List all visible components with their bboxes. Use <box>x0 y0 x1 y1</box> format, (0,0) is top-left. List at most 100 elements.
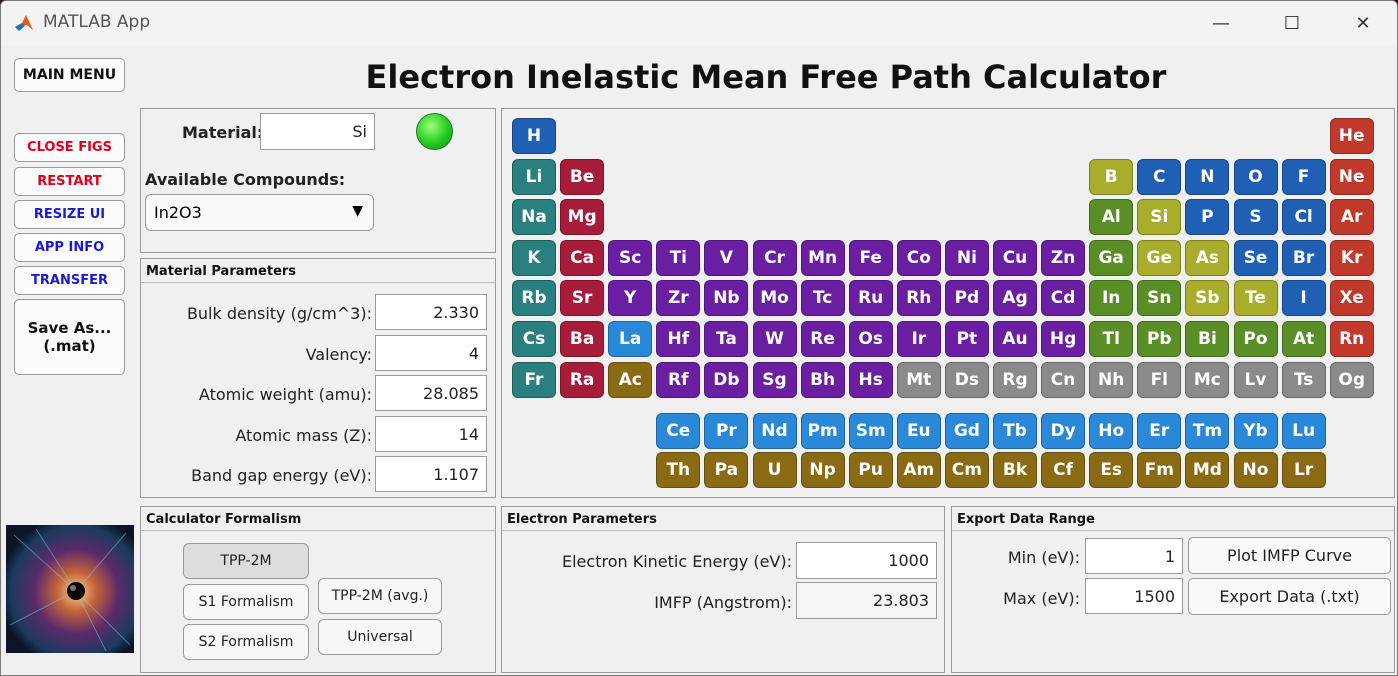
element-hf-button[interactable]: Hf <box>656 321 701 357</box>
element-ds-button[interactable]: Ds <box>944 361 989 398</box>
close-figs-button[interactable]: CLOSE FIGS <box>14 133 125 162</box>
element-in-button[interactable]: In <box>1089 280 1134 317</box>
element-cr-button[interactable]: Cr <box>752 239 797 276</box>
element-ag-button[interactable]: Ag <box>993 280 1037 317</box>
element-te-button[interactable]: Te <box>1233 280 1278 317</box>
element-nb-button[interactable]: Nb <box>704 280 749 317</box>
element-mo-button[interactable]: Mo <box>752 280 797 317</box>
element-la-button[interactable]: La <box>608 321 653 357</box>
element-sm-button[interactable]: Sm <box>848 413 893 450</box>
element-cl-button[interactable]: Cl <box>1281 199 1326 236</box>
element-rb-button[interactable]: Rb <box>512 280 556 317</box>
element-na-button[interactable]: Na <box>512 199 556 236</box>
element-co-button[interactable]: Co <box>896 239 941 276</box>
element-sg-button[interactable]: Sg <box>752 361 797 398</box>
element-er-button[interactable]: Er <box>1137 413 1182 450</box>
element-ba-button[interactable]: Ba <box>560 321 605 357</box>
element-bh-button[interactable]: Bh <box>800 361 845 398</box>
element-b-button[interactable]: B <box>1089 158 1134 195</box>
element-ca-button[interactable]: Ca <box>560 239 605 276</box>
element-re-button[interactable]: Re <box>800 321 845 357</box>
band-gap-field[interactable]: 1.107 <box>375 456 487 492</box>
element-rf-button[interactable]: Rf <box>656 361 701 398</box>
element-pm-button[interactable]: Pm <box>800 413 845 450</box>
element-rn-button[interactable]: Rn <box>1329 321 1374 357</box>
element-cf-button[interactable]: Cf <box>1041 451 1086 488</box>
element-pb-button[interactable]: Pb <box>1137 321 1182 357</box>
element-br-button[interactable]: Br <box>1281 239 1326 276</box>
element-dy-button[interactable]: Dy <box>1041 413 1086 450</box>
element-be-button[interactable]: Be <box>560 158 605 195</box>
element-mn-button[interactable]: Mn <box>800 239 845 276</box>
element-ta-button[interactable]: Ta <box>704 321 749 357</box>
element-no-button[interactable]: No <box>1233 451 1278 488</box>
element-am-button[interactable]: Am <box>896 451 941 488</box>
element-he-button[interactable]: He <box>1329 118 1374 154</box>
save-as-button[interactable]: Save As... (.mat) <box>14 299 125 375</box>
element-mc-button[interactable]: Mc <box>1185 361 1230 398</box>
element-sb-button[interactable]: Sb <box>1185 280 1230 317</box>
element-k-button[interactable]: K <box>512 239 556 276</box>
element-yb-button[interactable]: Yb <box>1233 413 1278 450</box>
element-fe-button[interactable]: Fe <box>848 239 893 276</box>
element-tm-button[interactable]: Tm <box>1185 413 1230 450</box>
bulk-density-field[interactable]: 2.330 <box>375 294 487 330</box>
element-v-button[interactable]: V <box>704 239 749 276</box>
element-ir-button[interactable]: Ir <box>896 321 941 357</box>
element-y-button[interactable]: Y <box>608 280 653 317</box>
element-at-button[interactable]: At <box>1281 321 1326 357</box>
element-og-button[interactable]: Og <box>1329 361 1374 398</box>
main-menu-button[interactable]: MAIN MENU <box>14 58 125 92</box>
element-al-button[interactable]: Al <box>1089 199 1134 236</box>
s2-formalism-button[interactable]: S2 Formalism <box>183 624 309 660</box>
element-ni-button[interactable]: Ni <box>944 239 989 276</box>
element-nh-button[interactable]: Nh <box>1089 361 1134 398</box>
restart-button[interactable]: RESTART <box>14 167 125 196</box>
element-o-button[interactable]: O <box>1233 158 1278 195</box>
valency-field[interactable]: 4 <box>375 335 487 371</box>
close-icon[interactable]: ✕ <box>1343 9 1383 39</box>
element-mg-button[interactable]: Mg <box>560 199 605 236</box>
element-bi-button[interactable]: Bi <box>1185 321 1230 357</box>
element-kr-button[interactable]: Kr <box>1329 239 1374 276</box>
minimize-icon[interactable]: — <box>1201 9 1241 39</box>
element-nd-button[interactable]: Nd <box>752 413 797 450</box>
element-xe-button[interactable]: Xe <box>1329 280 1374 317</box>
element-os-button[interactable]: Os <box>848 321 893 357</box>
element-rg-button[interactable]: Rg <box>993 361 1037 398</box>
element-ts-button[interactable]: Ts <box>1281 361 1326 398</box>
element-au-button[interactable]: Au <box>993 321 1037 357</box>
element-pr-button[interactable]: Pr <box>704 413 749 450</box>
element-ce-button[interactable]: Ce <box>656 413 701 450</box>
atomic-weight-field[interactable]: 28.085 <box>375 375 487 411</box>
element-np-button[interactable]: Np <box>800 451 845 488</box>
element-db-button[interactable]: Db <box>704 361 749 398</box>
element-cd-button[interactable]: Cd <box>1041 280 1086 317</box>
element-ra-button[interactable]: Ra <box>560 361 605 398</box>
element-cm-button[interactable]: Cm <box>944 451 989 488</box>
tpp2m-button[interactable]: TPP-2M <box>183 543 309 579</box>
element-es-button[interactable]: Es <box>1089 451 1134 488</box>
element-ar-button[interactable]: Ar <box>1329 199 1374 236</box>
compounds-dropdown[interactable]: In2O3 ▼ <box>145 194 374 231</box>
element-pd-button[interactable]: Pd <box>944 280 989 317</box>
element-w-button[interactable]: W <box>752 321 797 357</box>
element-hs-button[interactable]: Hs <box>848 361 893 398</box>
element-n-button[interactable]: N <box>1185 158 1230 195</box>
element-sn-button[interactable]: Sn <box>1137 280 1182 317</box>
element-fm-button[interactable]: Fm <box>1137 451 1182 488</box>
element-mt-button[interactable]: Mt <box>896 361 941 398</box>
element-as-button[interactable]: As <box>1185 239 1230 276</box>
element-fr-button[interactable]: Fr <box>512 361 556 398</box>
resize-ui-button[interactable]: RESIZE UI <box>14 200 125 229</box>
element-se-button[interactable]: Se <box>1233 239 1278 276</box>
element-li-button[interactable]: Li <box>512 158 556 195</box>
element-lr-button[interactable]: Lr <box>1281 451 1326 488</box>
maximize-icon[interactable]: ☐ <box>1272 9 1312 39</box>
element-eu-button[interactable]: Eu <box>896 413 941 450</box>
element-zn-button[interactable]: Zn <box>1041 239 1086 276</box>
export-data-button[interactable]: Export Data (.txt) <box>1188 578 1391 615</box>
element-ru-button[interactable]: Ru <box>848 280 893 317</box>
min-ev-field[interactable]: 1 <box>1085 538 1183 574</box>
element-ho-button[interactable]: Ho <box>1089 413 1134 450</box>
